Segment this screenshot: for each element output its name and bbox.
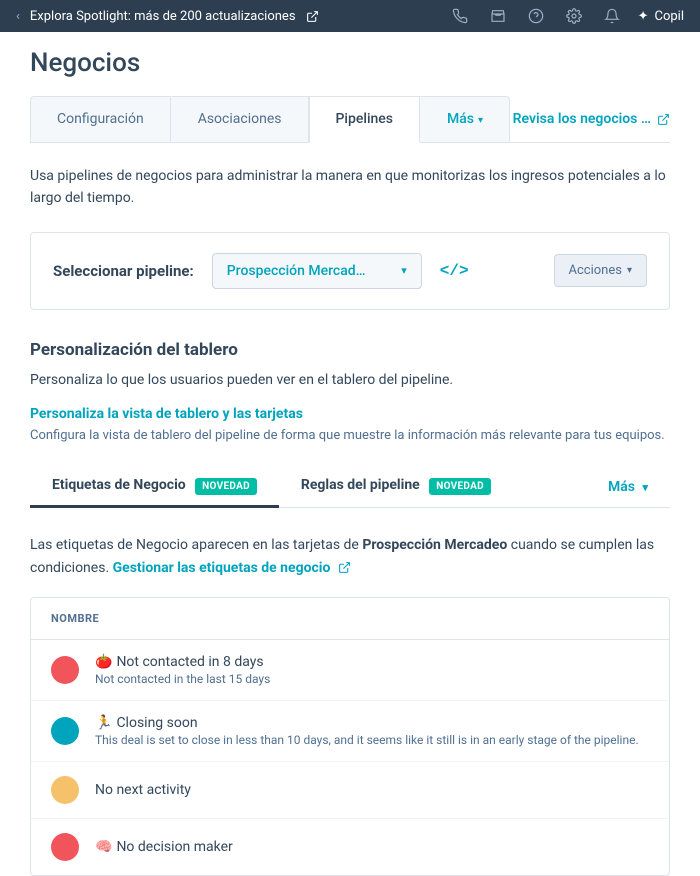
tab-config[interactable]: Configuración [30, 96, 171, 142]
external-link-icon [306, 10, 319, 23]
bell-icon[interactable] [604, 8, 620, 24]
external-link-icon [338, 561, 351, 574]
color-dot [51, 776, 79, 804]
chevron-down-icon: ▾ [642, 481, 648, 494]
customize-view-desc: Configura la vista de tablero del pipeli… [30, 426, 670, 446]
manage-labels-link[interactable]: Gestionar las etiquetas de negocio [113, 560, 351, 576]
emoji-icon: 🏃 [95, 715, 112, 731]
phone-icon[interactable] [452, 8, 468, 24]
sparkle-icon: ✦ [638, 9, 649, 24]
label-row[interactable]: 🏃Closing soon This deal is set to close … [31, 701, 669, 762]
pipeline-selector-box: Seleccionar pipeline: Prospección Mercad… [30, 232, 670, 310]
selector-label: Seleccionar pipeline: [53, 262, 194, 280]
list-header-name: NOMBRE [31, 598, 669, 640]
review-deals-link[interactable]: Revisa los negocios … [513, 96, 670, 142]
color-dot [51, 656, 79, 684]
tab-assoc[interactable]: Asociaciones [171, 96, 309, 142]
color-dot [51, 833, 79, 861]
label-row[interactable]: 🍅Not contacted in 8 days Not contacted i… [31, 640, 669, 701]
actions-button[interactable]: Acciones ▾ [554, 254, 647, 287]
labels-description: Las etiquetas de Negocio aparecen en las… [30, 534, 670, 579]
page-title: Negocios [30, 48, 670, 78]
label-row[interactable]: No next activity [31, 762, 669, 819]
code-icon[interactable]: </> [440, 262, 469, 280]
pipelines-description: Usa pipelines de negocios para administr… [30, 165, 670, 210]
customize-view-link[interactable]: Personaliza la vista de tablero y las ta… [30, 406, 670, 422]
subtab-more[interactable]: Más ▾ [586, 469, 670, 505]
label-title: No next activity [95, 782, 191, 798]
chevron-down-icon: ▾ [401, 264, 407, 277]
chevron-down-icon: ▾ [627, 265, 632, 276]
marketplace-icon[interactable] [490, 8, 506, 24]
label-list: NOMBRE 🍅Not contacted in 8 days Not cont… [30, 597, 670, 876]
main-tabs: Configuración Asociaciones Pipelines Más… [30, 96, 670, 143]
back-icon[interactable]: ‹ [16, 9, 20, 24]
emoji-icon: 🍅 [95, 654, 112, 670]
label-row[interactable]: 🧠No decision maker [31, 819, 669, 875]
label-title: 🍅Not contacted in 8 days [95, 654, 270, 670]
subtab-rules[interactable]: Reglas del pipeline NOVEDAD [279, 467, 513, 507]
spotlight-link[interactable]: Explora Spotlight: más de 200 actualizac… [30, 9, 296, 24]
tab-pipelines[interactable]: Pipelines [309, 96, 421, 143]
external-link-icon [657, 113, 670, 126]
label-title: 🏃Closing soon [95, 715, 639, 731]
chevron-down-icon: ▾ [478, 115, 483, 126]
copilot-button[interactable]: ✦ Copil [638, 9, 684, 24]
label-subtitle: This deal is set to close in less than 1… [95, 733, 639, 747]
color-dot [51, 717, 79, 745]
tab-more[interactable]: Más▾ [420, 96, 510, 142]
label-title: 🧠No decision maker [95, 839, 233, 855]
sub-tabs: Etiquetas de Negocio NOVEDAD Reglas del … [30, 467, 670, 508]
customization-heading: Personalización del tablero [30, 340, 670, 360]
label-subtitle: Not contacted in the last 15 days [95, 672, 270, 686]
new-badge: NOVEDAD [429, 478, 491, 495]
help-icon[interactable] [528, 8, 544, 24]
emoji-icon: 🧠 [95, 839, 112, 855]
gear-icon[interactable] [566, 8, 582, 24]
new-badge: NOVEDAD [195, 478, 257, 495]
pipeline-select[interactable]: Prospección Mercad… ▾ [212, 253, 422, 289]
customization-sub: Personaliza lo que los usuarios pueden v… [30, 372, 670, 388]
subtab-labels[interactable]: Etiquetas de Negocio NOVEDAD [30, 467, 279, 507]
